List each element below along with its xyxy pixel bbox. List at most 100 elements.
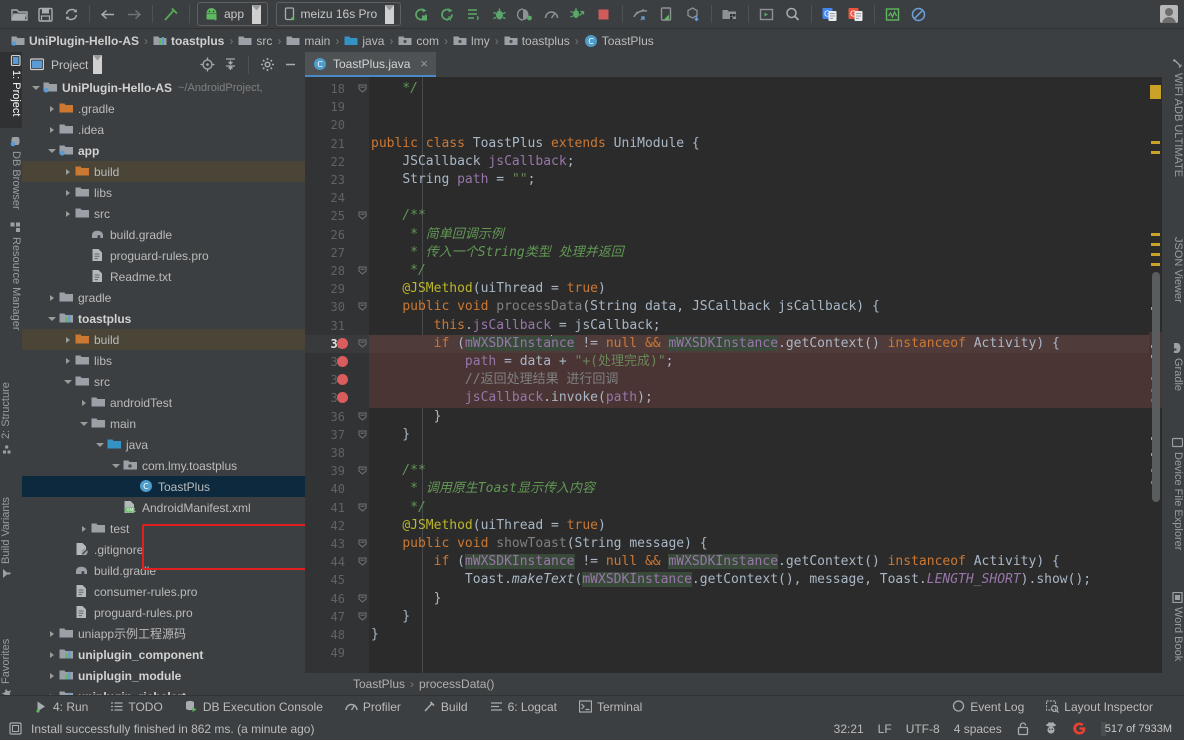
- chevron-right-icon[interactable]: [62, 334, 73, 345]
- device-selector[interactable]: meizu 16s Pro: [275, 2, 401, 26]
- code-line[interactable]: * 调用原生Toast显示传入内容: [371, 480, 595, 498]
- user-avatar[interactable]: [1160, 5, 1178, 23]
- code-line[interactable]: */: [371, 499, 426, 517]
- chevron-down-icon[interactable]: [62, 376, 73, 387]
- build-hammer-icon[interactable]: [158, 2, 184, 26]
- tree-node-build[interactable]: build: [22, 161, 305, 182]
- search-icon[interactable]: [780, 2, 806, 26]
- chevron-right-icon[interactable]: [62, 187, 73, 198]
- editor-scrollbar-thumb[interactable]: [1152, 272, 1160, 502]
- project-structure-icon[interactable]: [717, 2, 743, 26]
- sdk-download-icon[interactable]: [680, 2, 706, 26]
- save-icon[interactable]: [32, 2, 58, 26]
- chevron-right-icon[interactable]: [46, 628, 57, 639]
- code-line[interactable]: String path = "";: [371, 171, 535, 189]
- code-line[interactable]: }: [371, 408, 442, 426]
- code-line[interactable]: JSCallback jsCallback;: [371, 153, 574, 171]
- code-line[interactable]: * 传入一个String类型 处理并返回: [371, 244, 623, 262]
- tree-node-build-gradle[interactable]: build.gradle: [22, 224, 305, 245]
- code-lines[interactable]: 18 */ 19 20 21 public class ToastPlus extend…: [305, 77, 1162, 673]
- breadcrumb-item-main[interactable]: main: [283, 34, 333, 48]
- breadcrumb-item-class[interactable]: C ToastPlus: [581, 34, 657, 48]
- code-line[interactable]: public void processData(String data, JSC…: [371, 298, 879, 316]
- tree-node--gradle[interactable]: .gradle: [22, 98, 305, 119]
- breadcrumb-item-lmy[interactable]: lmy: [450, 34, 493, 48]
- tool-window-terminal[interactable]: Terminal: [568, 700, 653, 714]
- code-line[interactable]: }: [371, 626, 379, 644]
- stop-icon[interactable]: [591, 2, 617, 26]
- code-fold-marker[interactable]: [358, 339, 367, 348]
- forward-arrow-icon[interactable]: [121, 2, 147, 26]
- close-icon[interactable]: ×: [420, 56, 428, 71]
- translate-blue-icon[interactable]: G: [817, 2, 843, 26]
- locate-icon[interactable]: [198, 56, 216, 74]
- tree-node-libs[interactable]: libs: [22, 182, 305, 203]
- sidebar-item-structure[interactable]: 2: Structure: [0, 382, 12, 454]
- code-fold-marker[interactable]: [358, 266, 367, 275]
- run-coverage-icon[interactable]: A: [435, 2, 461, 26]
- tree-node-src[interactable]: src: [22, 203, 305, 224]
- tree-node-consumer-rules-pro[interactable]: consumer-rules.pro: [22, 581, 305, 602]
- tool-window-logcat[interactable]: 6: Logcat: [479, 700, 568, 714]
- no-entry-icon[interactable]: [906, 2, 932, 26]
- unlocked-icon[interactable]: [1016, 721, 1030, 736]
- tree-node-toastplus[interactable]: toastplus: [22, 308, 305, 329]
- attach-debugger-icon[interactable]: [513, 2, 539, 26]
- tree-node-androidmanifest-xml[interactable]: XML AndroidManifest.xml: [22, 497, 305, 518]
- sidebar-item-resource-manager[interactable]: Resource Manager: [10, 222, 22, 331]
- tool-window-run[interactable]: 4: Run: [24, 700, 99, 714]
- chevron-right-icon[interactable]: [46, 124, 57, 135]
- tree-node-proguard-rules-pro[interactable]: proguard-rules.pro: [22, 245, 305, 266]
- code-fold-marker[interactable]: [358, 594, 367, 603]
- code-line[interactable]: @JSMethod(uiThread = true): [371, 280, 606, 298]
- code-line[interactable]: public void showToast(String message) {: [371, 535, 707, 553]
- tree-node-com-lmy-toastplus[interactable]: com.lmy.toastplus: [22, 455, 305, 476]
- tree-node-androidtest[interactable]: androidTest: [22, 392, 305, 413]
- code-fold-marker[interactable]: [358, 84, 367, 93]
- settings-gear-icon[interactable]: [258, 56, 276, 74]
- sidebar-item-gradle[interactable]: Gradle: [1172, 342, 1184, 391]
- line-separator[interactable]: LF: [878, 722, 892, 736]
- tree-node-uniplugin-module[interactable]: uniplugin_module: [22, 665, 305, 686]
- breakpoint-icon[interactable]: [337, 374, 348, 386]
- tree-node-build-gradle[interactable]: build.gradle: [22, 560, 305, 581]
- sync-icon[interactable]: [58, 2, 84, 26]
- tool-window-layout-inspector[interactable]: Layout Inspector: [1035, 700, 1164, 714]
- notification-icon[interactable]: [8, 721, 23, 736]
- code-line[interactable]: */: [371, 80, 418, 98]
- sidebar-item-build-variants[interactable]: Build Variants: [0, 497, 12, 579]
- chevron-right-icon[interactable]: [46, 649, 57, 660]
- breadcrumb-item-toastplus-pkg[interactable]: toastplus: [501, 34, 573, 48]
- tree-node-build[interactable]: build: [22, 329, 305, 350]
- caret-position[interactable]: 32:21: [834, 722, 864, 736]
- tree-node-uniplugin-hello-as[interactable]: UniPlugin-Hello-AS ~/AndroidProject,: [22, 77, 305, 98]
- code-line[interactable]: jsCallback.invoke(path);: [371, 389, 653, 407]
- tree-node-java[interactable]: java: [22, 434, 305, 455]
- tool-window-event-log[interactable]: Event Log: [941, 700, 1035, 714]
- code-line[interactable]: */: [371, 262, 426, 280]
- avd-manager-icon[interactable]: [654, 2, 680, 26]
- google-icon[interactable]: [1072, 721, 1087, 736]
- code-fold-marker[interactable]: [358, 412, 367, 421]
- tree-node-uniapp-[interactable]: uniapp示例工程源码: [22, 623, 305, 644]
- run-configuration-selector[interactable]: app: [197, 2, 268, 26]
- code-fold-marker[interactable]: [358, 557, 367, 566]
- breadcrumb-item-src[interactable]: src: [235, 34, 275, 48]
- breadcrumb-item-toastplus-module[interactable]: toastplus: [150, 34, 227, 48]
- sidebar-item-word-book[interactable]: Word Book: [1172, 592, 1184, 661]
- code-fold-marker[interactable]: [358, 539, 367, 548]
- code-line[interactable]: //返回处理结果 进行回调: [371, 371, 619, 389]
- breadcrumb-class[interactable]: ToastPlus: [353, 677, 405, 691]
- code-line[interactable]: public class ToastPlus extends UniModule…: [371, 135, 700, 153]
- chevron-right-icon[interactable]: [62, 166, 73, 177]
- tree-node-test[interactable]: test: [22, 518, 305, 539]
- breadcrumb-method[interactable]: processData(): [419, 677, 494, 691]
- chevron-down-icon[interactable]: [30, 82, 41, 93]
- encoding[interactable]: UTF-8: [906, 722, 940, 736]
- tool-window-profiler[interactable]: Profiler: [334, 700, 412, 714]
- sdk-manager-icon[interactable]: [628, 2, 654, 26]
- tree-node-uniplugin-component[interactable]: uniplugin_component: [22, 644, 305, 665]
- code-line[interactable]: Toast.makeText(mWXSDKInstance.getContext…: [371, 571, 1091, 589]
- project-tree[interactable]: UniPlugin-Hello-AS ~/AndroidProject, .grad…: [22, 77, 305, 695]
- code-line[interactable]: @JSMethod(uiThread = true): [371, 517, 606, 535]
